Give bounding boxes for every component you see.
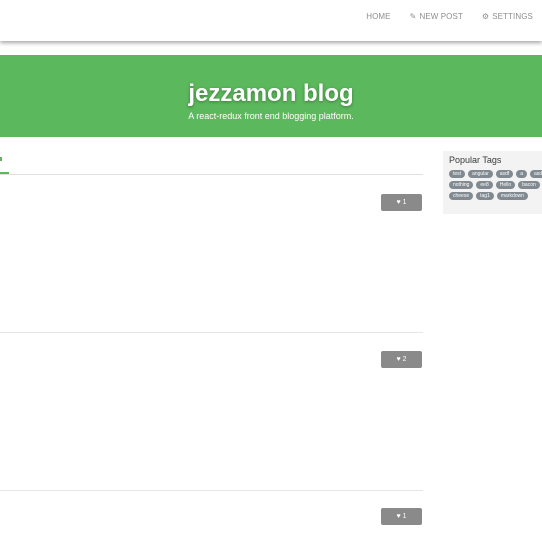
popular-tags-sidebar: Popular Tags test angular asdf a asd not…	[443, 151, 542, 214]
tag-list: test angular asdf a asd nothing ee8 Hell…	[449, 170, 542, 200]
nav-home-link[interactable]: HOME	[366, 12, 390, 21]
article-divider	[0, 332, 423, 333]
tag-pill[interactable]: cheese	[449, 192, 474, 200]
nav-links: HOME ✎ NEW POST ⚙ SETTINGS	[366, 12, 533, 21]
favorite-count: 1	[402, 199, 407, 206]
compose-icon: ✎	[409, 11, 417, 21]
tag-pill[interactable]: bacon	[518, 181, 540, 189]
sidebar-title: Popular Tags	[449, 155, 502, 165]
nav-settings-link[interactable]: ⚙ SETTINGS	[482, 12, 533, 21]
feed-tabs-divider	[0, 174, 423, 175]
feed-tab[interactable]	[0, 157, 2, 161]
nav-settings-label: SETTINGS	[492, 12, 533, 21]
banner-title: jezzamon blog	[188, 80, 354, 107]
banner-subtitle: A react-redux front end blogging platfor…	[188, 111, 354, 121]
favorite-button[interactable]: ♥ 2	[381, 351, 422, 368]
heart-icon: ♥	[396, 199, 401, 206]
gear-icon: ⚙	[481, 11, 490, 21]
nav-new-post-label: NEW POST	[419, 12, 463, 21]
tag-pill[interactable]: markdown	[496, 192, 528, 200]
favorite-count: 2	[402, 356, 407, 363]
nav-new-post-link[interactable]: ✎ NEW POST	[410, 12, 463, 21]
heart-icon: ♥	[396, 513, 401, 520]
tag-pill[interactable]: a	[516, 170, 527, 178]
favorite-count: 1	[402, 513, 407, 520]
tag-pill[interactable]: nothing	[449, 181, 474, 189]
heart-icon: ♥	[396, 356, 401, 363]
nav-home-label: HOME	[366, 12, 391, 21]
favorite-button[interactable]: ♥ 1	[381, 194, 422, 211]
tag-pill[interactable]: test	[449, 170, 466, 178]
article-divider	[0, 490, 423, 491]
tag-pill[interactable]: asdf	[495, 170, 514, 178]
tag-pill[interactable]: Hello	[495, 181, 516, 189]
tag-pill[interactable]: angular	[468, 170, 493, 178]
tag-pill[interactable]: asd	[529, 170, 542, 178]
top-navbar: HOME ✎ NEW POST ⚙ SETTINGS	[0, 0, 542, 41]
favorite-button[interactable]: ♥ 1	[381, 508, 422, 525]
tag-pill[interactable]: tag1	[476, 192, 494, 200]
hero-banner: jezzamon blog A react-redux front end bl…	[0, 55, 542, 137]
tag-pill[interactable]: ee8	[476, 181, 493, 189]
